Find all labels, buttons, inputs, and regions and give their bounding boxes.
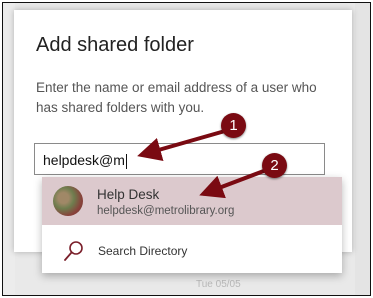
callout-arrow-1 [137,129,226,162]
screenshot-frame: Tue 05/05 Add shared folder Enter the na… [2,2,371,296]
callout-arrow-2 [199,167,270,199]
annotation-arrows [137,129,270,199]
callout-badge-2: 2 [262,153,287,178]
callout-badge-1: 1 [221,113,246,138]
